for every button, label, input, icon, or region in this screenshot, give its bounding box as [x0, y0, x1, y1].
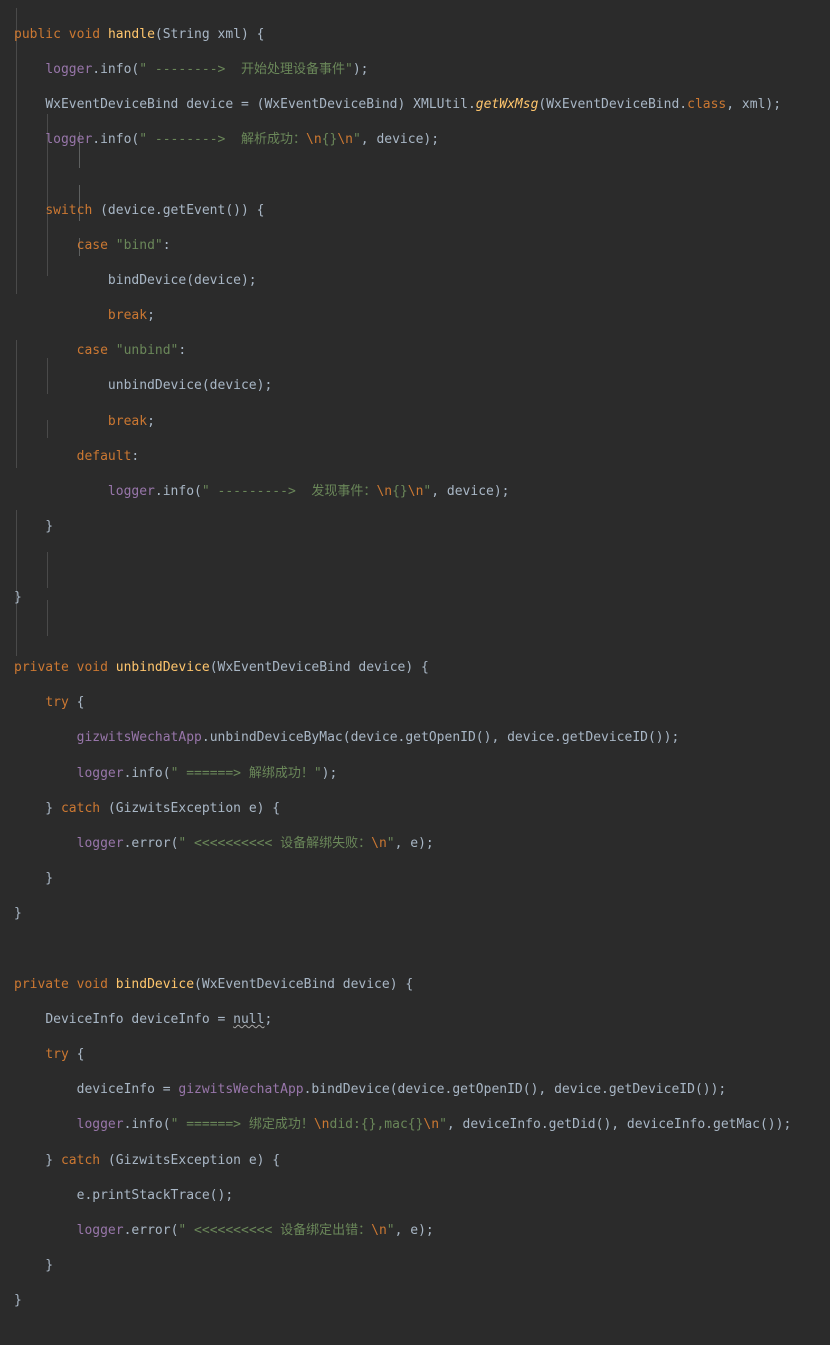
code-editor-pane[interactable]: public void handle(String xml) { logger.…	[0, 0, 830, 1308]
code-line: private void bindDevice(WxEventDeviceBin…	[14, 976, 414, 992]
code-line: deviceInfo = gizwitsWechatApp.bindDevice…	[76, 1082, 727, 1098]
code-line: }	[14, 1293, 22, 1309]
code-line: } catch (GizwitsException e) {	[14, 800, 281, 816]
code-line: public void handle(String xml) {	[14, 26, 265, 42]
source-code-block[interactable]: public void handle(String xml) { logger.…	[0, 0, 830, 1345]
code-line: logger.info(" ---------> 发现事件：\n{}\n", d…	[107, 484, 510, 500]
code-line: e.printStackTrace();	[76, 1187, 234, 1203]
code-line: private void unbindDevice(WxEventDeviceB…	[14, 659, 429, 675]
code-line: }	[14, 871, 54, 887]
code-line: }	[14, 589, 22, 605]
code-line: bindDevice(device);	[107, 272, 257, 288]
code-line: } catch (GizwitsException e) {	[14, 1152, 281, 1168]
code-line: logger.info(" --------> 开始处理设备事件");	[45, 61, 369, 77]
code-line: default:	[76, 448, 140, 464]
code-line: try {	[45, 695, 85, 711]
code-line: }	[14, 519, 54, 535]
code-line: break;	[107, 413, 155, 429]
code-line: unbindDevice(device);	[107, 378, 273, 394]
code-line: try {	[45, 1047, 85, 1063]
code-line: logger.info(" ======> 绑定成功！\ndid:{},mac{…	[76, 1117, 792, 1133]
code-line: logger.error(" <<<<<<<<<< 设备解绑失败：\n", e)…	[76, 835, 434, 851]
code-line: logger.info(" --------> 解析成功：\n{}\n", de…	[45, 132, 440, 148]
code-line: gizwitsWechatApp.unbindDeviceByMac(devic…	[76, 730, 680, 746]
code-line: }	[14, 906, 22, 922]
code-line: }	[14, 1258, 54, 1274]
code-line: WxEventDeviceBind device = (WxEventDevic…	[45, 96, 782, 112]
code-line: logger.info(" ======> 解绑成功！");	[76, 765, 338, 781]
code-line: break;	[107, 308, 155, 324]
code-line: switch (device.getEvent()) {	[45, 202, 265, 218]
code-line: logger.error(" <<<<<<<<<< 设备绑定出错：\n", e)…	[76, 1222, 434, 1238]
code-line: DeviceInfo deviceInfo = null;	[45, 1011, 273, 1027]
code-line: case "unbind":	[76, 343, 187, 359]
code-line: case "bind":	[76, 237, 171, 253]
